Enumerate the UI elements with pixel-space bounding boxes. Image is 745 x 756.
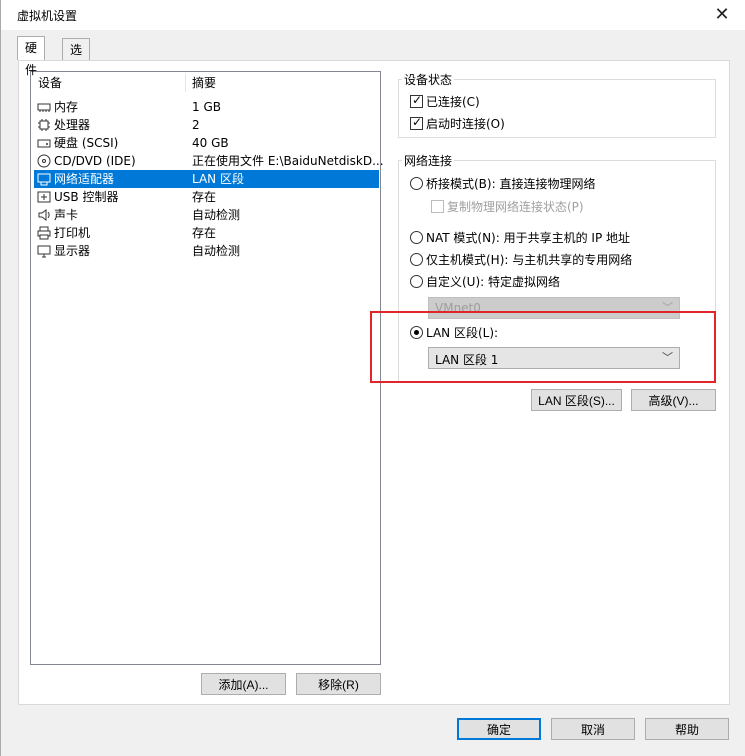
host-only-label[interactable]: 仅主机模式(H): 与主机共享的专用网络 — [426, 251, 632, 268]
tab-options[interactable]: 选项 — [62, 38, 91, 79]
bridged-radio[interactable] — [410, 177, 423, 190]
custom-radio[interactable] — [410, 275, 423, 288]
device-summary: 存在 — [192, 226, 217, 240]
device-row-printer[interactable]: 打印机 存在 — [34, 224, 379, 242]
cancel-button[interactable]: 取消 — [551, 718, 635, 740]
lan-segments-button[interactable]: LAN 区段(S)... — [531, 389, 622, 411]
host-only-radio[interactable] — [410, 253, 423, 266]
device-row-harddisk[interactable]: 硬盘 (SCSI) 40 GB — [34, 134, 379, 152]
connected-checkbox[interactable]: ✓ — [410, 93, 423, 108]
device-summary: LAN 区段 — [192, 172, 244, 186]
device-row-processor[interactable]: 处理器 2 — [34, 116, 379, 134]
device-list[interactable]: 设备 摘要 内存 1 GB 处理器 2 硬盘 (SCSI) 40 GB CD/D… — [30, 71, 384, 665]
printer-icon — [37, 226, 51, 240]
network-adapter-icon — [37, 173, 51, 186]
device-summary: 自动检测 — [192, 208, 241, 222]
device-summary: 2 — [192, 118, 200, 132]
checkmark-icon: ✓ — [412, 93, 423, 107]
help-button[interactable]: 帮助 — [645, 718, 729, 740]
title-bar: 虚拟机设置 ✕ — [1, 0, 745, 30]
usb-icon — [37, 191, 51, 203]
harddisk-icon — [37, 139, 51, 148]
device-name: 显示器 — [54, 244, 91, 258]
bridged-label[interactable]: 桥接模式(B): 直接连接物理网络 — [426, 175, 595, 192]
replicate-state-label: 复制物理网络连接状态(P) — [447, 200, 584, 214]
device-row-usb[interactable]: USB 控制器 存在 — [34, 188, 379, 206]
sound-card-icon — [38, 209, 50, 221]
device-status-title: 设备状态 — [402, 71, 455, 88]
checkmark-icon: ✓ — [412, 115, 423, 129]
column-header-device[interactable]: 设备 — [38, 72, 62, 94]
device-row-network-adapter[interactable]: 网络适配器 LAN 区段 — [34, 170, 379, 188]
network-connection-title: 网络连接 — [402, 152, 455, 169]
connect-at-power-on-label[interactable]: 启动时连接(O) — [426, 115, 505, 132]
close-icon[interactable]: ✕ — [710, 3, 734, 27]
nat-label[interactable]: NAT 模式(N): 用于共享主机的 IP 地址 — [426, 229, 630, 246]
device-name: 声卡 — [54, 208, 79, 222]
highlight-annotation-box — [370, 311, 716, 383]
connect-at-power-on-checkbox[interactable]: ✓ — [410, 115, 423, 130]
cd-dvd-icon — [37, 154, 51, 168]
device-name: 内存 — [54, 100, 79, 114]
ok-button[interactable]: 确定 — [457, 718, 541, 740]
device-row-cd-dvd[interactable]: CD/DVD (IDE) 正在使用文件 E:\BaiduNetdiskD... — [34, 152, 384, 170]
processor-icon — [38, 119, 50, 131]
device-summary: 1 GB — [192, 100, 221, 114]
add-device-button[interactable]: 添加(A)... — [201, 673, 286, 695]
device-row-display[interactable]: 显示器 自动检测 — [34, 242, 379, 260]
vm-settings-dialog: 虚拟机设置 ✕ 硬件 选项 设备 摘要 内存 1 GB 处理器 2 硬盘 (SC… — [0, 0, 745, 756]
replicate-state-checkbox — [431, 200, 444, 213]
device-summary: 正在使用文件 E:\BaiduNetdiskD... — [192, 154, 384, 168]
device-summary: 40 GB — [192, 136, 229, 150]
nat-radio[interactable] — [410, 231, 423, 244]
device-row-memory[interactable]: 内存 1 GB — [34, 98, 379, 116]
tab-hardware[interactable]: 硬件 — [17, 36, 46, 77]
device-name: 打印机 — [54, 226, 91, 240]
device-name: 网络适配器 — [54, 172, 115, 186]
tab-label: 硬件 — [25, 41, 38, 77]
advanced-button[interactable]: 高级(V)... — [631, 389, 716, 411]
display-icon — [37, 245, 51, 258]
device-row-sound-card[interactable]: 声卡 自动检测 — [34, 206, 379, 224]
memory-icon — [37, 103, 51, 112]
device-name: CD/DVD (IDE) — [54, 154, 136, 168]
remove-device-button[interactable]: 移除(R) — [296, 673, 381, 695]
device-summary: 自动检测 — [192, 244, 241, 258]
column-separator[interactable] — [185, 74, 186, 92]
device-summary: 存在 — [192, 190, 217, 204]
device-name: USB 控制器 — [54, 190, 119, 204]
device-name: 硬盘 (SCSI) — [54, 136, 119, 150]
connected-label[interactable]: 已连接(C) — [426, 93, 480, 110]
device-name: 处理器 — [54, 118, 91, 132]
custom-label[interactable]: 自定义(U): 特定虚拟网络 — [426, 273, 560, 290]
column-header-summary[interactable]: 摘要 — [192, 72, 216, 94]
window-title: 虚拟机设置 — [17, 9, 78, 23]
